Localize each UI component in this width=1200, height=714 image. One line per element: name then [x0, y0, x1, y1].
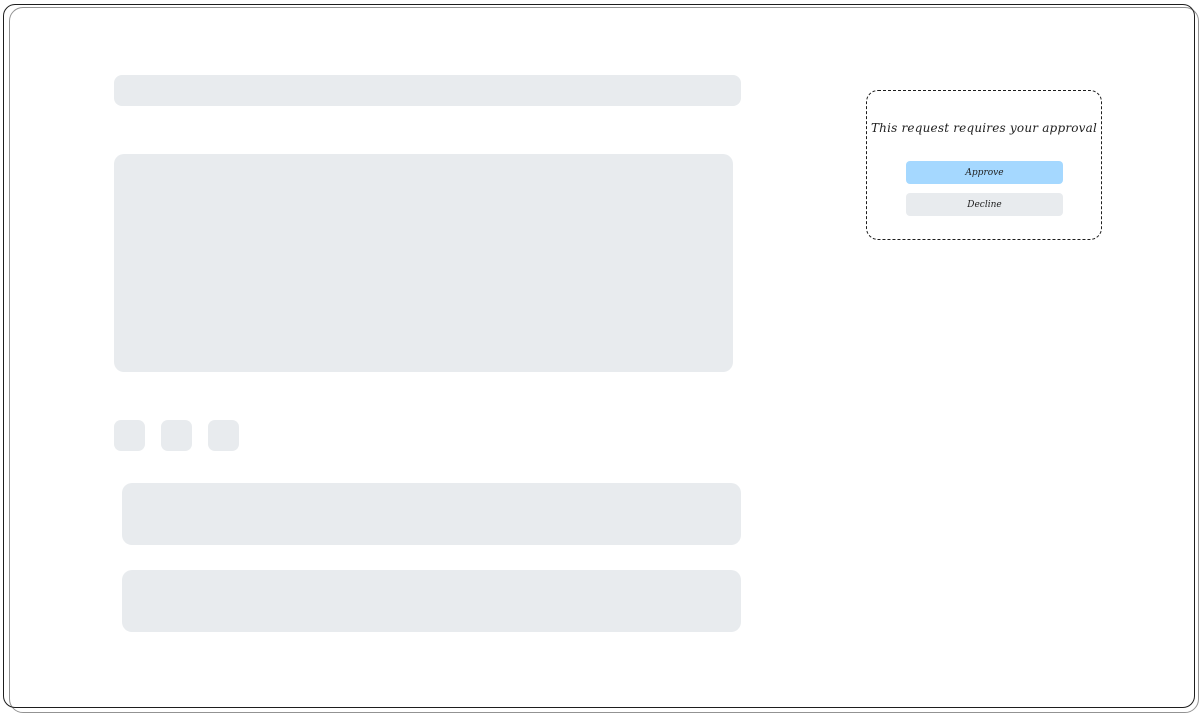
icon-placeholder: [114, 420, 145, 451]
approval-card: This request requires your approval Appr…: [866, 90, 1102, 240]
approval-message: This request requires your approval: [870, 121, 1098, 135]
icon-placeholder: [208, 420, 239, 451]
list-item-placeholder: [122, 570, 741, 632]
title-placeholder: [114, 75, 741, 106]
approve-button[interactable]: Approve: [906, 161, 1063, 184]
list-item-placeholder: [122, 483, 741, 545]
decline-button[interactable]: Decline: [906, 193, 1063, 216]
icon-placeholder: [161, 420, 192, 451]
content-placeholder: [114, 154, 733, 372]
